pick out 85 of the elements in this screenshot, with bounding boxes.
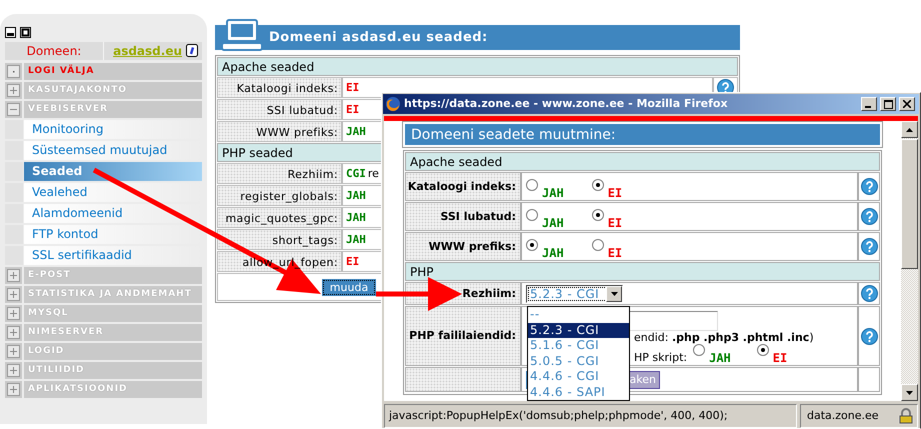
- field-value: EI: [346, 80, 360, 94]
- option-label: JAH: [542, 245, 564, 260]
- field-label: magic_quotes_gpc:: [217, 207, 342, 228]
- radio-button[interactable]: [592, 179, 604, 191]
- scroll-down-icon[interactable]: [901, 384, 918, 401]
- plus-icon[interactable]: [7, 288, 20, 301]
- dropdown-option[interactable]: 5.2.3 - CGI: [528, 322, 629, 338]
- status-domain: data.zone.ee: [807, 409, 879, 423]
- help-icon[interactable]: [860, 285, 878, 302]
- plus-icon[interactable]: [7, 383, 20, 396]
- scroll-thumb[interactable]: [901, 139, 918, 269]
- maximize-icon[interactable]: [20, 27, 31, 38]
- close-button[interactable]: [899, 97, 915, 111]
- radio-button[interactable]: [756, 344, 769, 356]
- field-label: SSI lubatud:: [217, 99, 342, 120]
- field-value: EI: [346, 254, 360, 268]
- info-icon[interactable]: [186, 44, 198, 58]
- edit-button[interactable]: muuda: [322, 278, 376, 296]
- field-label: SSI lubatud:: [405, 202, 521, 231]
- form-header: Domeeni seadete muutmine:: [403, 122, 882, 147]
- radio-button[interactable]: [526, 209, 538, 221]
- help-icon[interactable]: [860, 178, 878, 195]
- plus-icon[interactable]: [7, 84, 20, 97]
- field-label: register_globals:: [217, 185, 342, 206]
- radio-button[interactable]: [592, 209, 604, 221]
- extensions-note: endid: .php .php3 .phtml .inc): [634, 331, 815, 344]
- menu-item[interactable]: Seaded: [5, 162, 202, 181]
- radio-button[interactable]: [693, 344, 706, 356]
- field-label: Kataloogi indeks:: [405, 172, 521, 201]
- value-note: re: [368, 166, 379, 180]
- field-value: CGI: [346, 166, 366, 180]
- field-label: short_tags:: [217, 229, 342, 250]
- option-label: EI: [608, 185, 622, 200]
- section-title: Apache seaded: [405, 152, 880, 171]
- field-value: JAH: [346, 188, 366, 202]
- section-title: Apache seaded: [217, 57, 738, 76]
- field-value: EI: [346, 102, 360, 116]
- logout-item[interactable]: LOGI VÄLJA: [5, 63, 202, 80]
- domain-label: Domeen:: [26, 44, 82, 58]
- section-title: PHP: [405, 262, 880, 281]
- option-label: JAH: [709, 350, 731, 366]
- question-label: HP skript:: [634, 350, 688, 364]
- field-value: JAH: [346, 232, 366, 246]
- option-label: JAH: [542, 185, 564, 200]
- option-label: JAH: [542, 215, 564, 230]
- help-icon[interactable]: [860, 238, 878, 255]
- help-icon[interactable]: [860, 328, 878, 344]
- dropdown-option[interactable]: --: [528, 307, 629, 322]
- plus-icon[interactable]: [7, 345, 20, 358]
- maximize-button[interactable]: [880, 97, 896, 111]
- field-label: PHP faililaiendid:: [405, 306, 521, 366]
- option-label: EI: [608, 215, 622, 230]
- maximize-icon: [884, 100, 892, 108]
- dropdown-option[interactable]: 5.0.5 - CGI: [528, 354, 629, 369]
- dropdown-option[interactable]: 5.1.6 - CGI: [528, 338, 629, 354]
- field-label: WWW prefiks:: [217, 121, 342, 142]
- plus-icon[interactable]: [7, 307, 20, 320]
- lock-icon: [898, 408, 914, 424]
- status-text: javascript:PopupHelpEx('domsub;phelp;phpmode', 400, 400);: [384, 404, 797, 428]
- dropdown-option[interactable]: 4.4.6 - SAPI: [528, 384, 629, 400]
- minimize-icon[interactable]: [5, 27, 16, 38]
- plus-icon[interactable]: [7, 269, 20, 282]
- minus-icon[interactable]: [7, 103, 20, 116]
- plus-icon[interactable]: [7, 326, 20, 339]
- scroll-up-icon[interactable]: [901, 121, 918, 138]
- close-icon: [903, 100, 911, 108]
- scrollbar[interactable]: [901, 121, 918, 401]
- field-label: Rezhiim:: [217, 163, 342, 184]
- field-label: Kataloogi indeks:: [217, 77, 342, 98]
- radio-button[interactable]: [526, 179, 538, 191]
- dropdown-option[interactable]: 4.4.6 - CGI: [528, 369, 629, 384]
- minimize-button[interactable]: [861, 97, 877, 111]
- field-value: JAH: [346, 210, 366, 224]
- help-icon[interactable]: [860, 208, 878, 225]
- browser-icon: [385, 96, 401, 112]
- caret-icon: [610, 292, 618, 296]
- field-value: JAH: [346, 124, 366, 138]
- plus-icon[interactable]: [7, 364, 20, 377]
- page-title: Domeeni asdasd.eu seaded:: [269, 30, 488, 46]
- radio-button[interactable]: [592, 239, 604, 251]
- field-label: WWW prefiks:: [405, 232, 521, 261]
- option-label: EI: [608, 245, 622, 260]
- window-title: https://data.zone.ee - www.zone.ee - Mozilla Firefox: [404, 97, 729, 111]
- radio-button[interactable]: [526, 239, 538, 251]
- option-label: EI: [772, 350, 788, 366]
